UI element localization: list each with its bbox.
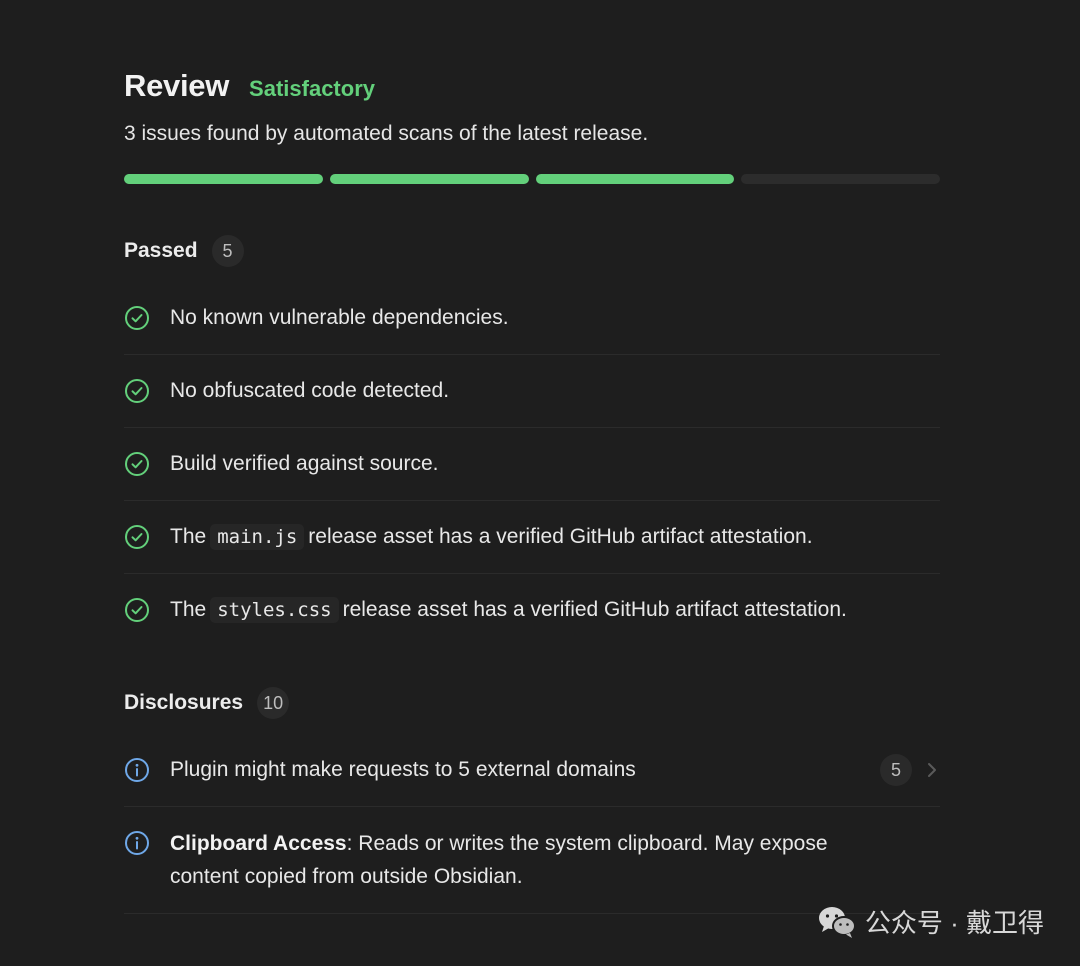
list-item: No obfuscated code detected. <box>124 355 940 428</box>
review-summary: 3 issues found by automated scans of the… <box>124 122 649 145</box>
review-progress-bar <box>124 174 940 184</box>
domains-count-badge: 5 <box>880 754 912 786</box>
disclosures-title: Disclosures <box>124 691 244 714</box>
asset-filename: styles.css <box>210 597 339 623</box>
list-item: Build verified against source. <box>124 428 940 501</box>
passed-count-badge: 5 <box>211 235 244 267</box>
check-circle-icon <box>125 598 149 622</box>
check-circle-icon <box>125 379 149 403</box>
progress-segment <box>535 174 735 184</box>
text-suffix: release asset has a verified GitHub arti… <box>308 525 813 548</box>
check-circle-icon <box>125 306 149 330</box>
disclosure-name: Clipboard Access <box>170 832 347 855</box>
passed-item-text: No obfuscated code detected. <box>170 379 450 402</box>
disclosures-count-badge: 10 <box>257 687 290 719</box>
disclosure-clipboard-access: Clipboard Access: Reads or writes the sy… <box>124 807 940 914</box>
passed-list: No known vulnerable dependencies. No obf… <box>124 282 940 646</box>
text-suffix: release asset has a verified GitHub arti… <box>342 598 847 621</box>
list-item: No known vulnerable dependencies. <box>124 282 940 355</box>
disclosure-external-domains[interactable]: Plugin might make requests to 5 external… <box>124 734 940 807</box>
passed-section-header: Passed 5 <box>124 234 940 268</box>
info-circle-icon <box>125 831 149 855</box>
passed-item-text: Build verified against source. <box>170 452 439 475</box>
disclosures-section-header: Disclosures 10 <box>124 686 940 720</box>
progress-segment <box>329 174 529 184</box>
disclosure-meta: 5 <box>880 754 940 786</box>
asset-filename: main.js <box>210 524 305 550</box>
list-item: The main.js release asset has a verified G… <box>124 501 940 574</box>
progress-segment <box>741 174 940 184</box>
check-circle-icon <box>125 525 149 549</box>
passed-title: Passed <box>124 239 198 262</box>
text-prefix: The <box>170 525 207 548</box>
chevron-right-icon[interactable] <box>926 761 938 779</box>
text-prefix: The <box>170 598 207 621</box>
rating-label: Satisfactory <box>249 76 375 101</box>
progress-segment <box>124 174 323 184</box>
wechat-icon <box>818 906 856 938</box>
review-header: Review Satisfactory <box>124 68 940 108</box>
passed-item-text: No known vulnerable dependencies. <box>170 306 509 329</box>
review-panel: Review Satisfactory 3 issues found by au… <box>124 68 940 914</box>
disclosure-text: Clipboard Access: Reads or writes the sy… <box>170 827 900 893</box>
review-title: Review <box>124 68 230 103</box>
watermark-text: 公众号 · 戴卫得 <box>864 908 1044 938</box>
disclosures-list: Plugin might make requests to 5 external… <box>124 734 940 914</box>
passed-item-text: The main.js release asset has a verified G… <box>170 521 813 553</box>
info-circle-icon <box>125 758 149 782</box>
disclosure-text: Plugin might make requests to 5 external… <box>170 758 636 781</box>
passed-item-text: The styles.css release asset has a verifie… <box>170 594 847 626</box>
wechat-watermark: 公众号 · 戴卫得 <box>817 903 1044 940</box>
list-item: The styles.css release asset has a verifie… <box>124 574 940 646</box>
check-circle-icon <box>125 452 149 476</box>
